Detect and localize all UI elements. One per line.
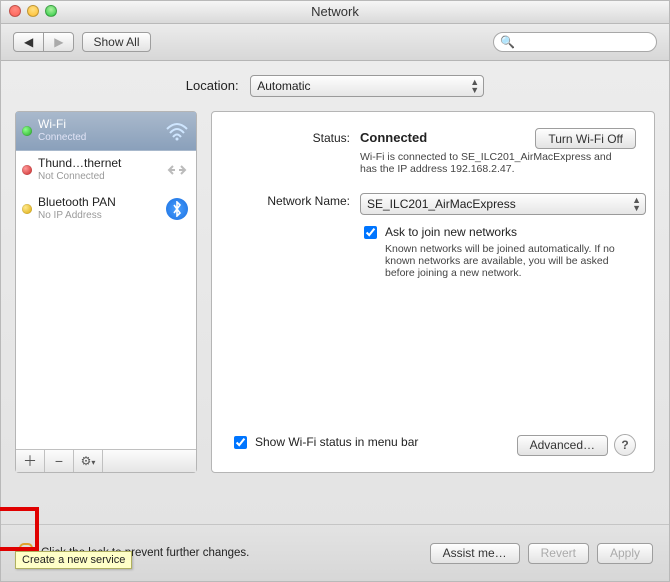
show-all-button[interactable]: Show All (82, 32, 150, 52)
content-area: Location: Automatic ▲▼ Wi-Fi Connected (1, 61, 669, 525)
location-row: Location: Automatic ▲▼ (15, 71, 655, 111)
revert-button[interactable]: Revert (528, 543, 589, 564)
titlebar: Network (1, 1, 669, 24)
help-button[interactable]: ? (614, 434, 636, 456)
add-service-button[interactable]: ＋ (16, 450, 45, 472)
ask-to-join-checkbox[interactable] (364, 226, 377, 239)
service-status: Connected (38, 131, 158, 144)
forward-button[interactable]: ▶ (43, 32, 74, 52)
status-description: Wi-Fi is connected to SE_ILC201_AirMacEx… (360, 151, 620, 175)
gear-icon: ⚙▾ (81, 454, 96, 468)
sidebar-item-bluetooth-pan[interactable]: Bluetooth PAN No IP Address (16, 190, 196, 229)
sidebar-footer: ＋ − ⚙▾ (16, 449, 196, 472)
window-controls (9, 5, 57, 17)
service-name: Wi-Fi (38, 118, 158, 131)
status-dot-icon (22, 204, 32, 214)
advanced-button[interactable]: Advanced… (517, 435, 608, 456)
location-label: Location: (186, 78, 239, 93)
ethernet-icon (164, 157, 190, 183)
location-popup[interactable]: Automatic ▲▼ (250, 75, 484, 97)
location-value: Automatic (257, 79, 310, 93)
sidebar-item-wifi[interactable]: Wi-Fi Connected (16, 112, 196, 151)
network-name-popup[interactable]: SE_ILC201_AirMacExpress ▲▼ (360, 193, 646, 215)
window-title: Network (311, 4, 359, 19)
remove-service-button[interactable]: − (45, 450, 74, 472)
status-label: Status: (230, 130, 350, 175)
help-icon: ? (621, 438, 628, 452)
add-service-tooltip: Create a new service (15, 551, 132, 569)
service-name: Bluetooth PAN (38, 196, 158, 209)
apply-button[interactable]: Apply (597, 543, 653, 564)
search-input[interactable] (519, 35, 665, 49)
back-button[interactable]: ◀ (13, 32, 44, 52)
bluetooth-icon (164, 196, 190, 222)
chevron-left-icon: ◀ (24, 35, 33, 49)
service-list: Wi-Fi Connected Thund…thernet Not Connec… (16, 112, 196, 450)
close-window-button[interactable] (9, 5, 21, 17)
search-icon: 🔍 (500, 35, 515, 49)
menubar-check-row: Show Wi-Fi status in menu bar (230, 435, 418, 452)
toolbar: ◀ ▶ Show All 🔍 (1, 24, 669, 61)
updown-arrows-icon: ▲▼ (470, 78, 479, 94)
chevron-right-icon: ▶ (54, 35, 63, 49)
service-name: Thund…thernet (38, 157, 158, 170)
ask-to-join-description: Known networks will be joined automatica… (385, 243, 635, 279)
service-sidebar: Wi-Fi Connected Thund…thernet Not Connec… (15, 111, 197, 473)
zoom-window-button[interactable] (45, 5, 57, 17)
plus-icon: ＋ (23, 451, 37, 471)
minimize-window-button[interactable] (27, 5, 39, 17)
updown-arrows-icon: ▲▼ (632, 196, 641, 212)
wifi-icon (164, 118, 190, 144)
search-field[interactable]: 🔍 (493, 32, 657, 52)
ask-to-join-label: Ask to join new networks (385, 225, 635, 239)
service-status: Not Connected (38, 170, 158, 183)
show-in-menubar-checkbox[interactable] (234, 436, 247, 449)
assist-me-button[interactable]: Assist me… (430, 543, 520, 564)
status-dot-icon (22, 126, 32, 136)
status-value: Connected (360, 130, 427, 145)
turn-wifi-off-button[interactable]: Turn Wi-Fi Off (535, 128, 636, 149)
network-name-value: SE_ILC201_AirMacExpress (367, 197, 516, 211)
show-in-menubar-label: Show Wi-Fi status in menu bar (255, 435, 418, 449)
minus-icon: − (55, 453, 63, 469)
sidebar-item-thunderbolt-ethernet[interactable]: Thund…thernet Not Connected (16, 151, 196, 190)
network-name-label: Network Name: (230, 193, 350, 279)
status-dot-icon (22, 165, 32, 175)
details-pane: Status: Connected Turn Wi-Fi Off Wi-Fi i… (211, 111, 655, 473)
service-status: No IP Address (38, 209, 158, 222)
service-actions-button[interactable]: ⚙▾ (74, 450, 103, 472)
nav-buttons: ◀ ▶ (13, 32, 74, 52)
network-prefs-window: Network ◀ ▶ Show All 🔍 Location: Automat… (0, 0, 670, 582)
